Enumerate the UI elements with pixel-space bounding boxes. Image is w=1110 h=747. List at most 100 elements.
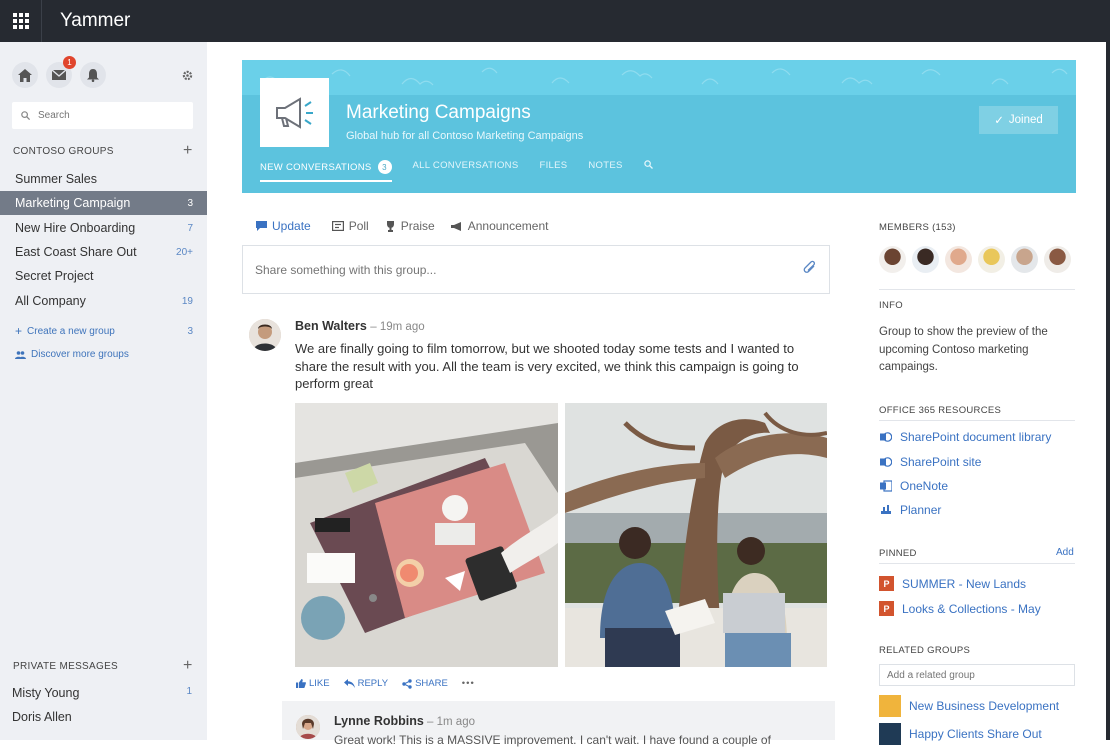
info-header: INFO xyxy=(879,300,903,311)
related-group-new-business[interactable]: New Business Development xyxy=(879,695,1059,717)
search-box[interactable] xyxy=(12,102,193,129)
resource-planner[interactable]: Planner xyxy=(879,503,941,517)
waffle-icon xyxy=(12,13,29,29)
new-message-button[interactable]: + xyxy=(183,658,192,674)
group-item-all-company[interactable]: All Company 19 xyxy=(0,289,207,313)
app-title: Yammer xyxy=(60,10,131,31)
related-group-box[interactable] xyxy=(879,664,1075,686)
speech-bubble-icon xyxy=(256,221,267,231)
home-button[interactable] xyxy=(12,62,38,88)
group-logo xyxy=(260,78,329,147)
tab-all-conversations[interactable]: ALL CONVERSATIONS xyxy=(413,160,519,182)
resource-sharepoint-site[interactable]: SharePoint site xyxy=(879,455,981,469)
group-count: 7 xyxy=(187,222,193,234)
sharepoint-icon xyxy=(879,431,892,444)
reply-button[interactable]: REPLY xyxy=(343,678,389,689)
group-title: Marketing Campaigns xyxy=(346,102,531,123)
group-label: Summer Sales xyxy=(15,172,97,186)
composer-input[interactable] xyxy=(255,262,775,277)
avatar[interactable] xyxy=(249,319,281,351)
resource-label: Planner xyxy=(900,503,942,517)
search-icon xyxy=(21,111,30,120)
post-body: We are finally going to film tomorrow, b… xyxy=(295,341,799,391)
group-item-summer-sales[interactable]: Summer Sales xyxy=(0,167,207,191)
resource-label: OneNote xyxy=(900,479,949,493)
like-label: LIKE xyxy=(309,678,330,689)
app-launcher-button[interactable] xyxy=(0,0,42,42)
composer-box[interactable] xyxy=(242,245,830,294)
publisher-tab-update[interactable]: Update xyxy=(256,219,316,233)
bell-icon xyxy=(87,68,99,82)
like-button[interactable]: LIKE xyxy=(296,678,330,689)
post-time[interactable]: 19m ago xyxy=(380,321,425,333)
create-group-count: 3 xyxy=(187,325,193,337)
ellipsis-icon: ••• xyxy=(461,678,475,689)
tab-badge: 3 xyxy=(377,160,392,174)
tab-new-conversations[interactable]: NEW CONVERSATIONS 3 xyxy=(260,160,392,182)
pm-item-doris-allen[interactable]: Doris Allen xyxy=(12,710,192,724)
member-avatar[interactable] xyxy=(1044,246,1071,273)
tab-label: ALL CONVERSATIONS xyxy=(412,160,519,171)
member-avatar[interactable] xyxy=(978,246,1005,273)
share-label: SHARE xyxy=(415,678,448,689)
more-options-button[interactable]: ••• xyxy=(462,678,475,689)
tab-label: Update xyxy=(272,219,311,233)
home-icon xyxy=(18,68,32,82)
pinned-item-looks-collections[interactable]: P Looks & Collections - May xyxy=(879,601,1041,616)
pinned-add-link[interactable]: Add xyxy=(1056,547,1074,558)
divider xyxy=(879,289,1075,290)
resource-onenote[interactable]: OneNote xyxy=(879,479,948,493)
related-group-happy-clients[interactable]: Happy Clients Share Out xyxy=(879,723,1042,745)
pm-item-misty-young[interactable]: Misty Young 1 xyxy=(12,686,192,700)
tab-label: FILES xyxy=(539,160,568,171)
group-header-banner: Marketing Campaigns Global hub for all C… xyxy=(242,60,1076,193)
tab-notes[interactable]: NOTES xyxy=(588,160,622,182)
notifications-button[interactable] xyxy=(80,62,106,88)
divider xyxy=(879,420,1075,421)
reply-author[interactable]: Lynne Robbins xyxy=(334,714,424,728)
publisher-tab-poll[interactable]: Poll xyxy=(331,219,369,233)
planner-icon xyxy=(879,504,892,517)
member-avatar[interactable] xyxy=(945,246,972,273)
attach-icon[interactable] xyxy=(803,260,817,276)
post-image-students[interactable] xyxy=(565,403,827,667)
reply-label: REPLY xyxy=(357,678,389,689)
discover-groups-link[interactable]: Discover more groups xyxy=(15,349,193,360)
poll-icon xyxy=(331,221,344,231)
reply-avatar[interactable] xyxy=(296,715,320,739)
inbox-button[interactable]: 1 xyxy=(46,56,76,88)
pinned-item-summer[interactable]: P SUMMER - New Lands xyxy=(879,576,1026,591)
mail-icon xyxy=(52,70,66,80)
member-avatar[interactable] xyxy=(912,246,939,273)
member-avatar[interactable] xyxy=(1011,246,1038,273)
add-group-button[interactable]: + xyxy=(183,143,192,159)
member-avatar[interactable] xyxy=(879,246,906,273)
publisher-tab-announcement[interactable]: Announcement xyxy=(450,219,548,233)
post-header: Ben Walters – 19m ago xyxy=(295,319,425,333)
group-subtitle: Global hub for all Contoso Marketing Cam… xyxy=(346,130,584,142)
group-item-secret-project[interactable]: Secret Project xyxy=(0,264,207,288)
group-label: Marketing Campaign xyxy=(15,196,131,210)
joined-button[interactable]: ✓ Joined xyxy=(979,106,1058,134)
private-messages-header: PRIVATE MESSAGES xyxy=(13,661,119,672)
tab-files[interactable]: FILES xyxy=(539,160,567,182)
group-thumbnail xyxy=(879,723,901,745)
post-image-desk[interactable] xyxy=(295,403,558,667)
tab-search[interactable] xyxy=(643,160,653,182)
share-button[interactable]: SHARE xyxy=(402,678,448,689)
sharepoint-icon xyxy=(879,456,892,469)
group-item-east-coast-share-out[interactable]: East Coast Share Out 20+ xyxy=(0,240,207,264)
members-header[interactable]: MEMBERS (153) xyxy=(879,222,956,233)
related-group-input[interactable] xyxy=(887,669,1067,681)
create-group-link[interactable]: + Create a new group 3 xyxy=(15,324,193,338)
resource-sharepoint-library[interactable]: SharePoint document library xyxy=(879,430,1051,444)
group-item-marketing-campaign[interactable]: Marketing Campaign 3 xyxy=(0,191,207,215)
search-input[interactable] xyxy=(38,110,178,121)
publisher-tab-praise[interactable]: Praise xyxy=(385,219,435,233)
post-author[interactable]: Ben Walters xyxy=(295,319,367,333)
settings-button[interactable] xyxy=(182,68,193,86)
related-group-label: New Business Development xyxy=(909,699,1060,713)
reply-body: Great work! This is a MASSIVE improvemen… xyxy=(334,733,771,747)
group-item-new-hire-onboarding[interactable]: New Hire Onboarding 7 xyxy=(0,216,207,240)
reply-time[interactable]: 1m ago xyxy=(437,716,475,728)
